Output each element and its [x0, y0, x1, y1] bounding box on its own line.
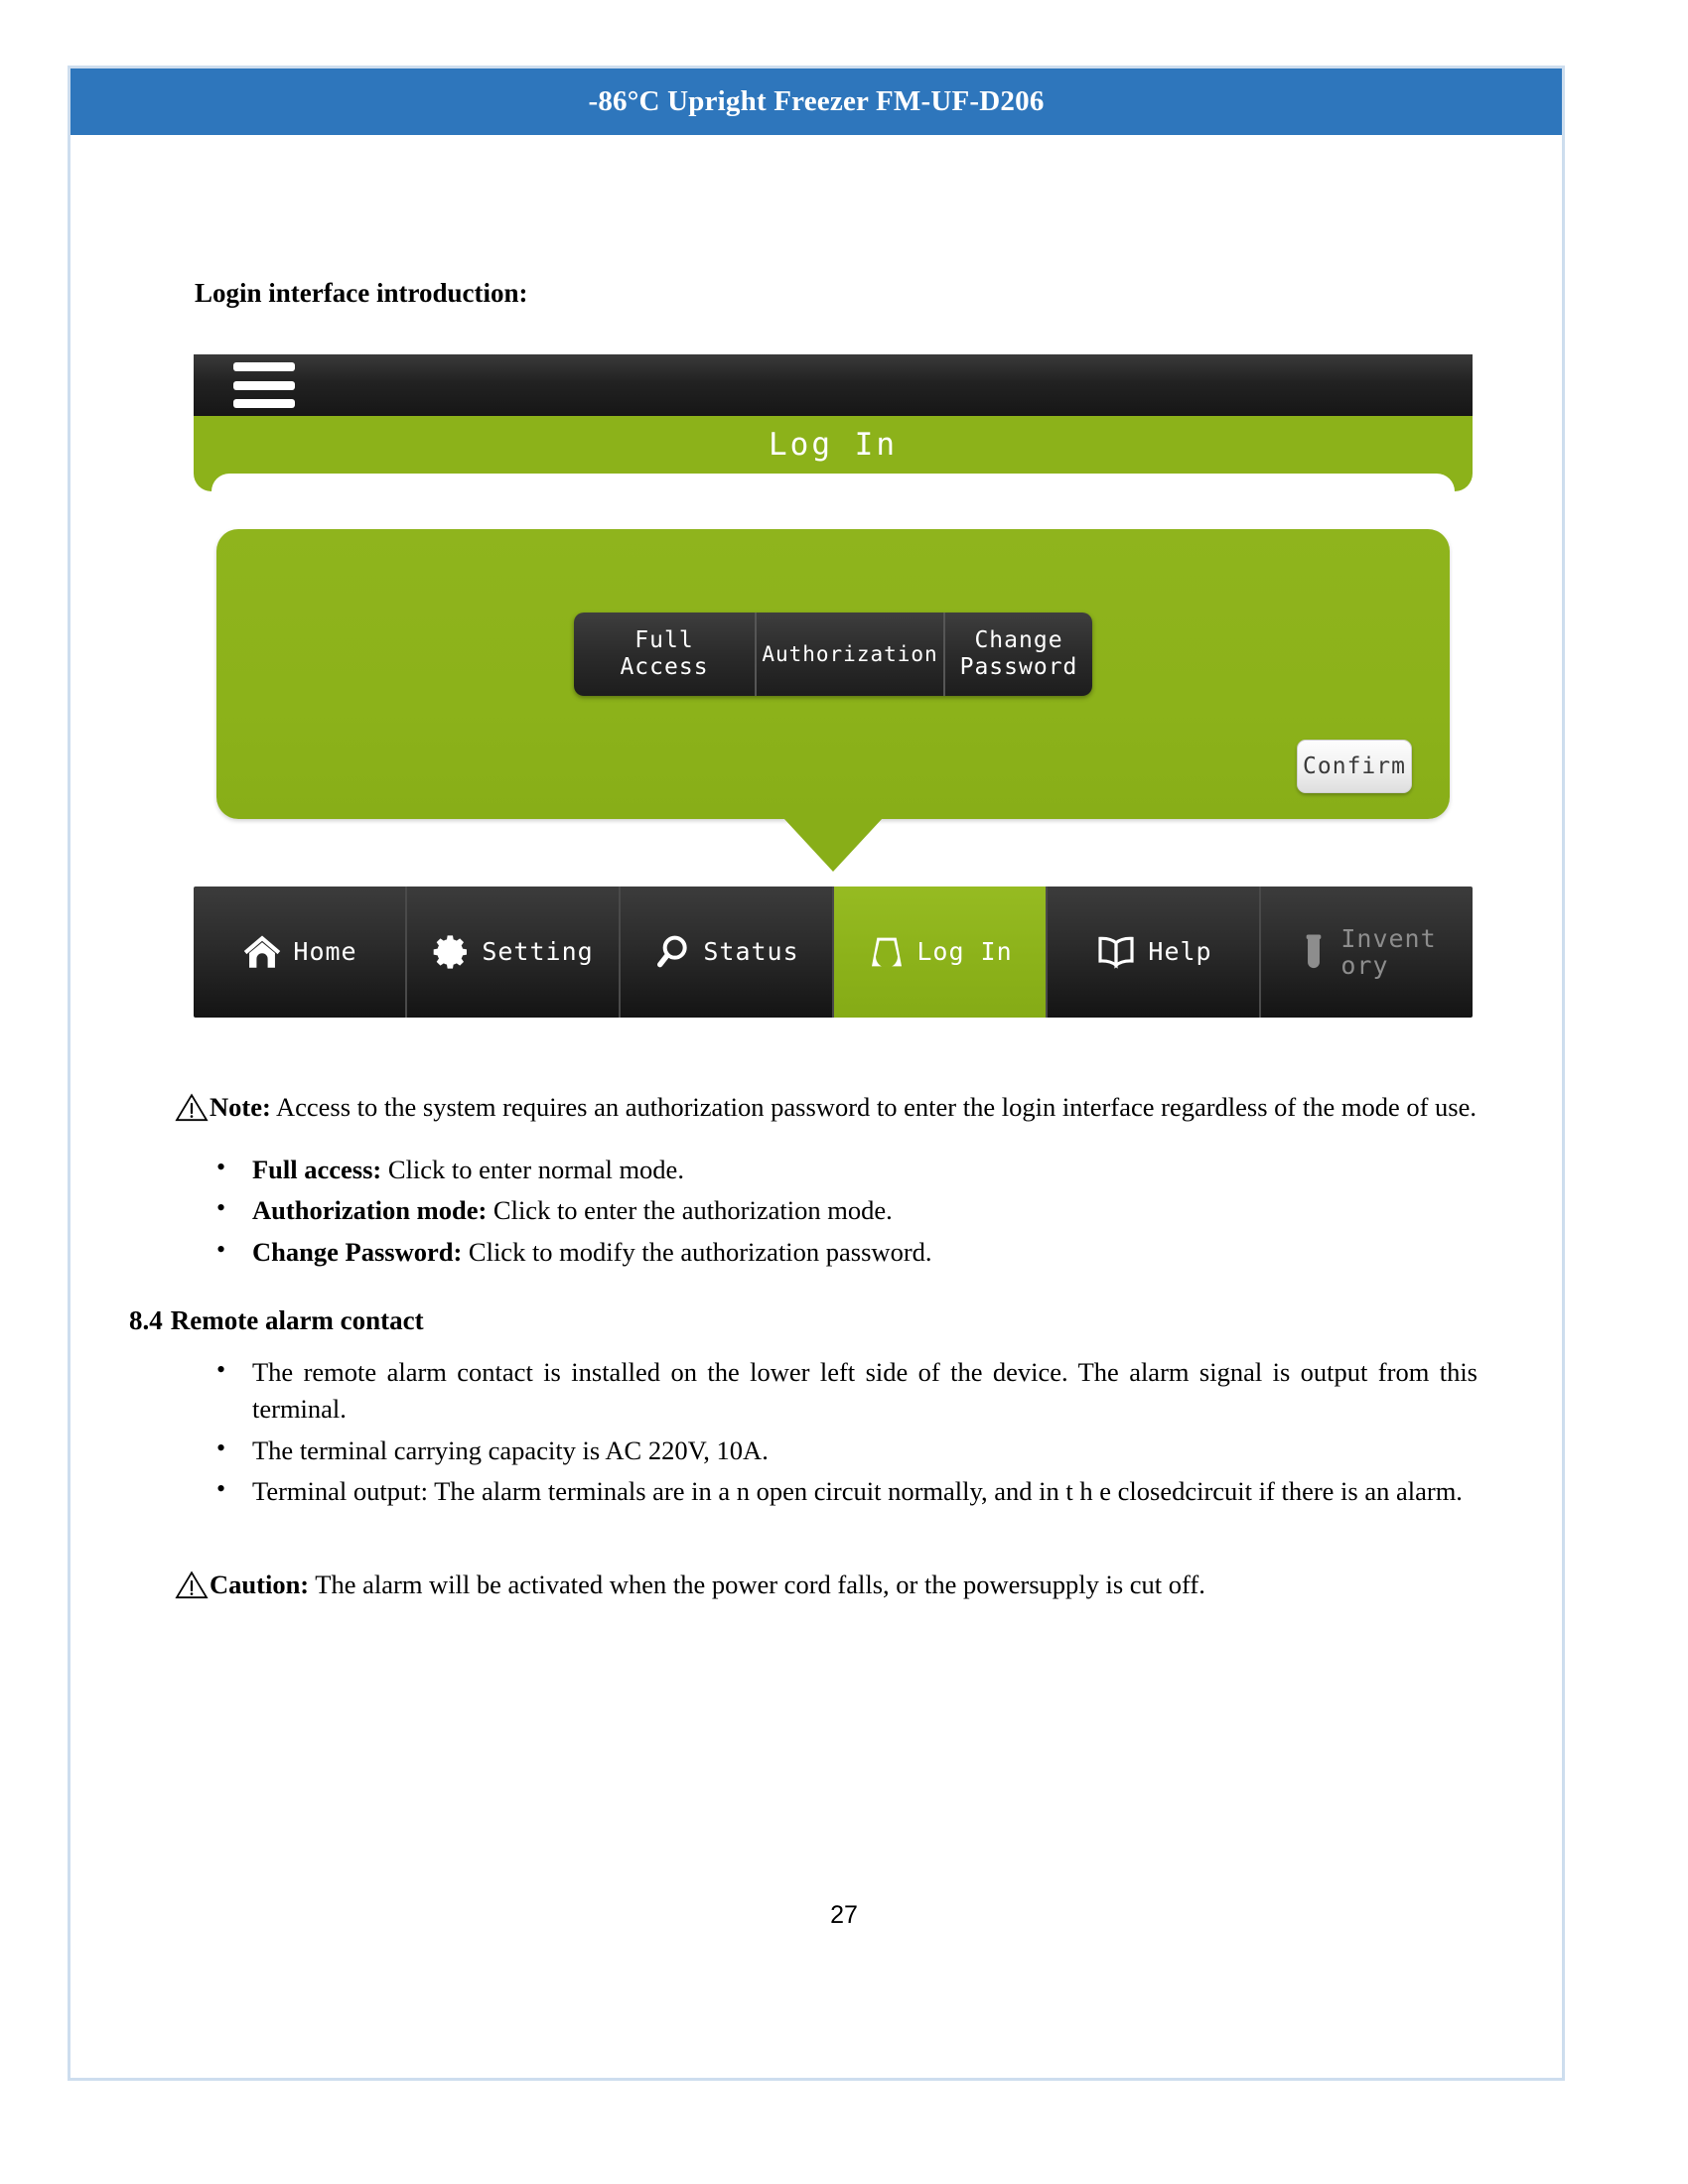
test-tube-icon — [1297, 931, 1331, 973]
note-text: Access to the system requires an authori… — [270, 1092, 1477, 1122]
device-top-bar — [194, 354, 1473, 416]
gear-icon — [432, 932, 472, 972]
change-password-button[interactable]: Change Password — [943, 613, 1092, 696]
warning-triangle-icon — [175, 1570, 209, 1611]
device-nav-bar: Home Setting Status Log In Help Invent o… — [194, 887, 1473, 1018]
section-number: 8.4 — [129, 1304, 163, 1335]
warning-triangle-icon — [175, 1093, 209, 1134]
panel-pointer-triangle — [783, 818, 883, 872]
list-item: Full access: Click to enter normal mode. — [216, 1150, 1477, 1189]
document-title: -86°C Upright Freezer FM-UF-D206 — [588, 85, 1045, 117]
home-icon — [241, 931, 283, 973]
change-password-desc: Click to modify the authorization passwo… — [462, 1236, 932, 1267]
nav-label-setting: Setting — [482, 937, 594, 967]
page-number: 27 — [830, 1901, 858, 1929]
note-label: Note: — [210, 1092, 271, 1122]
nav-item-inventory[interactable]: Invent ory — [1259, 887, 1473, 1018]
remote-alarm-bullet-list: The remote alarm contact is installed on… — [175, 1351, 1477, 1512]
nav-label-help: Help — [1148, 937, 1212, 967]
nav-label-status: Status — [703, 937, 799, 967]
nav-item-status[interactable]: Status — [619, 887, 832, 1018]
authorization-button[interactable]: Authorization — [755, 613, 943, 696]
nav-item-help[interactable]: Help — [1046, 887, 1259, 1018]
caution-text: The alarm will be activated when the pow… — [309, 1570, 1205, 1599]
magnifier-icon — [653, 932, 693, 972]
list-item: Terminal output: The alarm terminals are… — [216, 1471, 1477, 1511]
full-access-desc: Click to enter normal mode. — [381, 1154, 684, 1184]
hamburger-menu-icon[interactable] — [233, 362, 295, 408]
intro-heading: Login interface introduction: — [195, 278, 528, 308]
caution-label: Caution: — [210, 1570, 310, 1599]
section-title: Remote alarm contact — [170, 1304, 424, 1335]
page-content: Login interface introduction: Log In Ful… — [129, 278, 1477, 1611]
device-screen-title: Log In — [769, 427, 898, 463]
nav-label-home: Home — [293, 937, 357, 967]
document-header: -86°C Upright Freezer FM-UF-D206 — [70, 68, 1562, 135]
list-item: Authorization mode: Click to enter the a… — [216, 1190, 1477, 1230]
nav-label-login: Log In — [916, 937, 1013, 967]
device-title-bar: Log In — [194, 416, 1473, 474]
nav-label-inventory: Invent ory — [1340, 923, 1437, 980]
confirm-button[interactable]: Confirm — [1297, 740, 1412, 793]
list-item: Change Password: Click to modify the aut… — [216, 1232, 1477, 1272]
full-access-label: Full access: — [252, 1154, 382, 1184]
list-item: The terminal carrying capacity is AC 220… — [216, 1431, 1477, 1470]
full-access-button[interactable]: Full Access — [574, 613, 755, 696]
login-interface-figure: Log In Full Access Authorization Change … — [194, 354, 1473, 1018]
note-paragraph: Note: Access to the system requires an a… — [175, 1089, 1477, 1134]
nav-item-setting[interactable]: Setting — [405, 887, 619, 1018]
nav-item-login[interactable]: Log In — [832, 887, 1046, 1018]
title-bar-shoulders — [194, 474, 1473, 491]
change-password-label: Change Password: — [252, 1236, 463, 1267]
login-panel: Full Access Authorization Change Passwor… — [216, 529, 1450, 819]
mode-button-group: Full Access Authorization Change Passwor… — [574, 613, 1092, 696]
section-heading-8-4: 8.4 Remote alarm contact — [129, 1305, 1477, 1336]
list-item: The remote alarm contact is installed on… — [216, 1351, 1477, 1429]
authorization-mode-label: Authorization mode: — [252, 1195, 488, 1226]
book-icon — [1094, 932, 1138, 972]
authorization-mode-desc: Click to enter the authorization mode. — [487, 1195, 893, 1226]
nav-item-home[interactable]: Home — [194, 887, 405, 1018]
caution-paragraph: Caution: The alarm will be activated whe… — [175, 1567, 1477, 1611]
inbox-icon — [867, 932, 907, 972]
mode-description-list: Full access: Click to enter normal mode.… — [175, 1150, 1477, 1272]
login-panel-wrapper: Full Access Authorization Change Passwor… — [194, 529, 1473, 872]
